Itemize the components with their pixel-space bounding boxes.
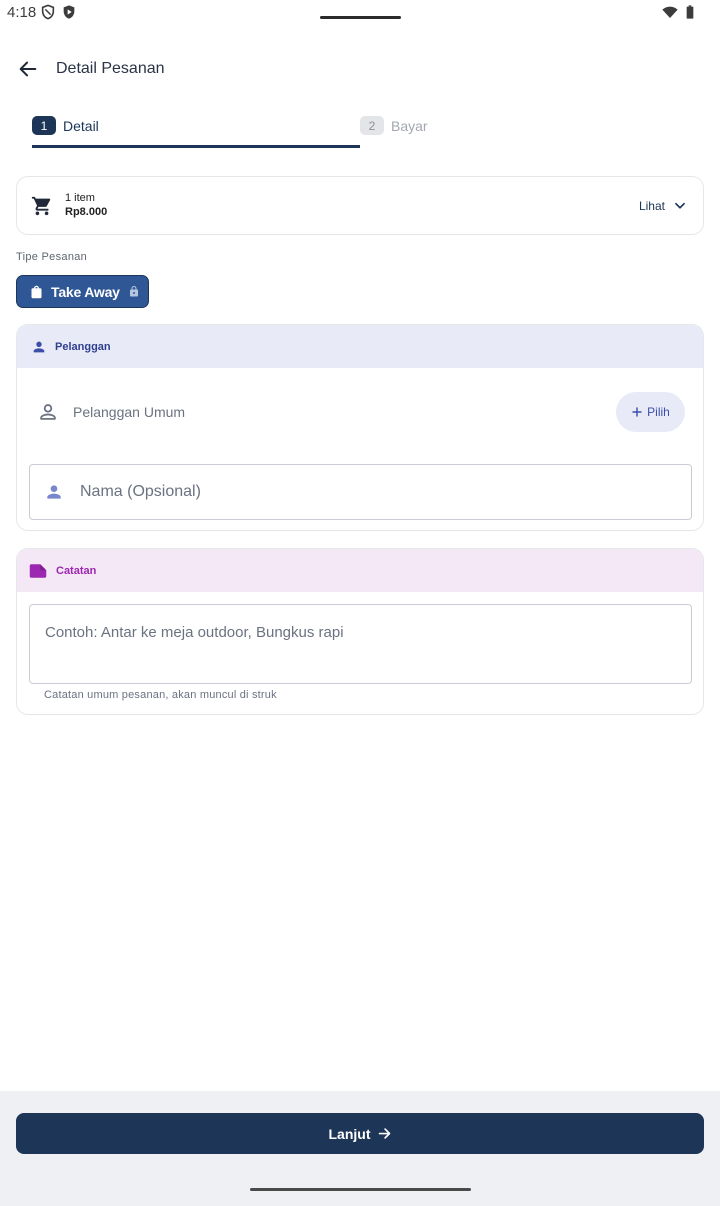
home-indicator [250, 1188, 471, 1191]
selected-customer-name: Pelanggan Umum [73, 404, 186, 420]
step-number: 1 [32, 116, 56, 135]
arrow-left-icon [19, 61, 37, 77]
step-label: Detail [63, 117, 99, 134]
person-icon [47, 485, 61, 499]
play-shield-icon [63, 5, 75, 19]
lock-icon [129, 286, 138, 297]
note-input[interactable] [29, 604, 692, 684]
order-type-chip[interactable]: Take Away [16, 275, 149, 308]
cart-item-count: 1 item [65, 192, 95, 204]
step-label: Bayar [391, 117, 428, 134]
note-card: Catatan Catatan umum pesanan, akan muncu… [16, 548, 704, 715]
cart-summary-card: 1 item Rp8.000 Lihat [16, 176, 704, 235]
customer-section-title: Pelanggan [55, 340, 111, 353]
battery-icon [686, 5, 694, 19]
customer-header: Pelanggan [17, 325, 703, 368]
note-header: Catatan [17, 549, 703, 592]
customer-name-input[interactable] [80, 473, 680, 511]
plus-icon [632, 407, 642, 417]
order-type-label: Tipe Pesanan [16, 251, 88, 263]
page-title: Detail Pesanan [56, 60, 165, 77]
person-icon [33, 341, 45, 352]
label-icon [29, 563, 47, 578]
pick-customer-label: Pilih [647, 405, 670, 419]
step-number: 2 [360, 116, 384, 135]
wifi-icon [662, 6, 678, 18]
note-helper-text: Catatan umum pesanan, akan muncul di str… [44, 689, 277, 701]
note-section-title: Catatan [56, 564, 97, 577]
top-drag-handle [320, 16, 401, 19]
arrow-right-icon [378, 1128, 390, 1139]
chevron-down-icon [675, 202, 685, 209]
app-bar: Detail Pesanan [0, 44, 720, 92]
cart-total: Rp8.000 [65, 206, 108, 218]
cart-icon [31, 196, 51, 216]
customer-name-field [29, 464, 692, 520]
bottom-bar: Lanjut [0, 1091, 720, 1206]
next-button-label: Lanjut [328, 1125, 371, 1142]
pick-customer-button[interactable]: Pilih [616, 392, 685, 432]
see-cart-label: Lihat [638, 199, 665, 213]
selected-customer-row: Pelanggan Umum Pilih [17, 392, 703, 432]
step-detail[interactable]: 1 Detail [32, 116, 99, 135]
person-outline-icon [40, 404, 56, 420]
status-bar: 4:18 [0, 0, 720, 26]
active-step-indicator [32, 145, 360, 148]
see-cart-button[interactable]: Lihat [639, 193, 687, 219]
order-type-value: Take Away [51, 283, 120, 300]
customer-card: Pelanggan Pelanggan Umum Pilih [16, 324, 704, 531]
next-button[interactable]: Lanjut [16, 1113, 704, 1154]
shield-icon [41, 4, 55, 20]
status-time: 4:18 [7, 4, 37, 21]
back-button[interactable] [14, 56, 42, 82]
shopping-bag-icon [31, 285, 42, 298]
step-pay[interactable]: 2 Bayar [360, 116, 428, 135]
